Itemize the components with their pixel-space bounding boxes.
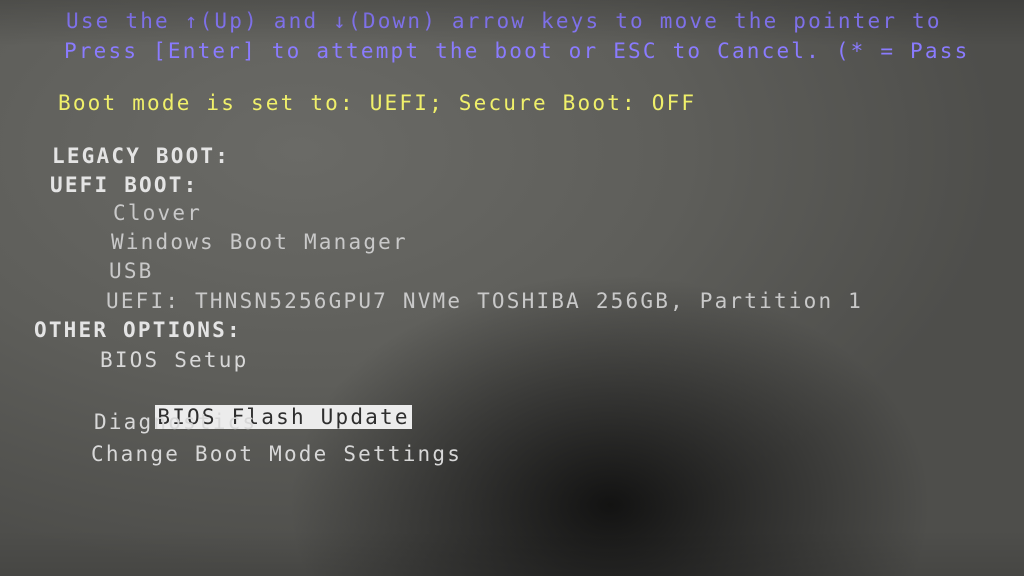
boot-menu-screen: Use the ↑(Up) and ↓(Down) arrow keys to … (0, 0, 1024, 576)
other-options-header: OTHER OPTIONS: (34, 318, 242, 342)
boot-item-windows-boot-manager[interactable]: Windows Boot Manager (111, 229, 408, 255)
boot-item-clover[interactable]: Clover (113, 200, 202, 226)
option-change-boot-mode-settings[interactable]: Change Boot Mode Settings (91, 441, 462, 467)
uefi-boot-header: UEFI BOOT: (50, 173, 199, 197)
option-diagnostics[interactable]: Diagnostics (94, 409, 257, 435)
legacy-boot-header: LEGACY BOOT: (52, 144, 231, 168)
instruction-line-2: Press [Enter] to attempt the boot or ESC… (64, 39, 970, 63)
boot-item-uefi-nvme[interactable]: UEFI: THNSN5256GPU7 NVMe TOSHIBA 256GB, … (106, 288, 863, 314)
instruction-line-1: Use the ↑(Up) and ↓(Down) arrow keys to … (66, 9, 942, 33)
boot-item-usb[interactable]: USB (109, 258, 154, 284)
boot-mode-status: Boot mode is set to: UEFI; Secure Boot: … (58, 91, 697, 115)
option-bios-setup[interactable]: BIOS Setup (100, 347, 248, 373)
